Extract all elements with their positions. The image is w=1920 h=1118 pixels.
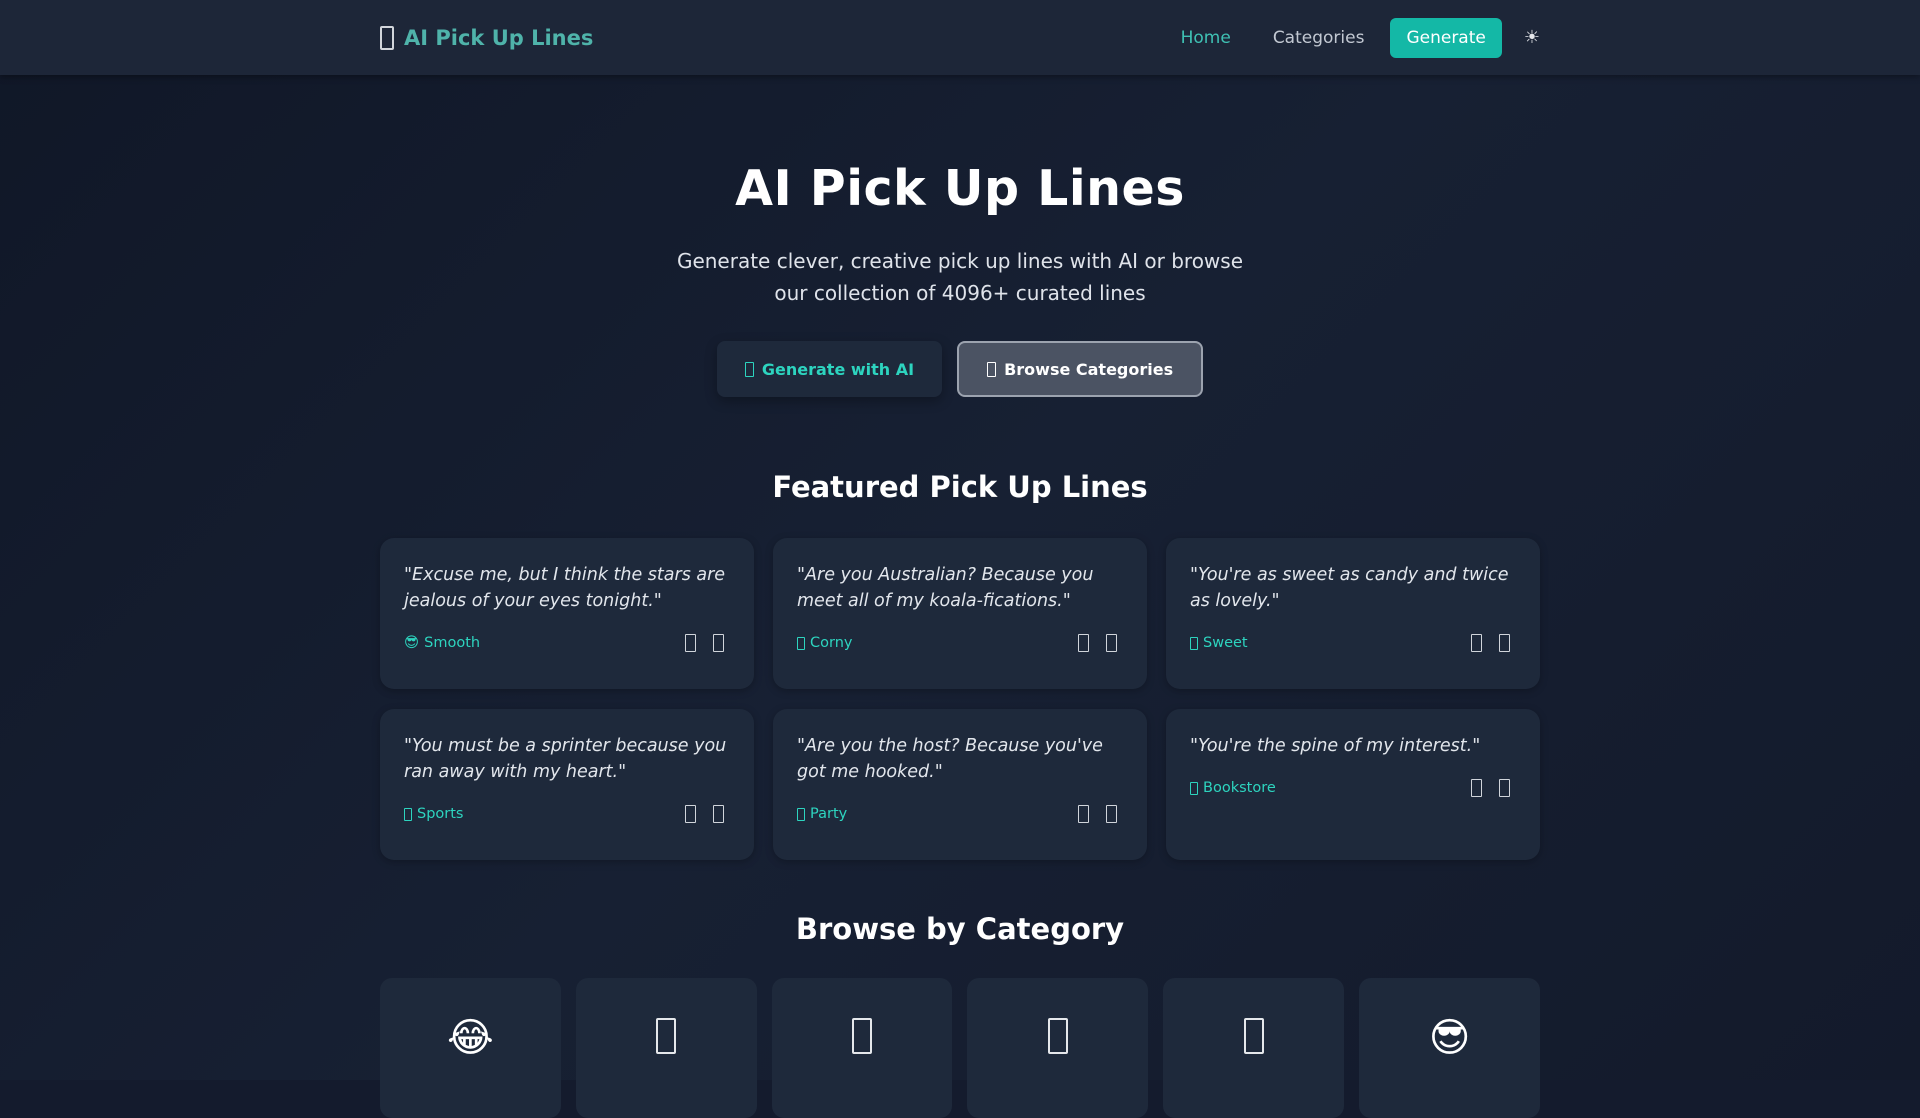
pickup-line-text: "You're as sweet as candy and twice as l… [1190,565,1509,611]
pickup-line-card: "You must be a sprinter because you ran … [380,709,754,860]
card-footer: Sports [404,805,730,823]
card-footer: Bookstore [1190,779,1516,797]
category-card[interactable]: 😂 [380,978,561,1118]
copy-icon[interactable] [1078,805,1089,823]
share-icon[interactable] [1106,805,1117,823]
category-tag-label: Sports [417,806,464,822]
share-icon[interactable] [1499,779,1510,797]
browse-categories-button[interactable]: Browse Categories [957,341,1204,397]
card-actions [685,805,724,823]
category-tag[interactable]: 😎 Smooth [404,635,480,651]
pickup-line-card: "Excuse me, but I think the stars are je… [380,538,754,689]
pickup-line-text: "Are you Australian? Because you meet al… [797,565,1094,611]
category-tag-label: Corny [810,635,853,651]
browse-categories-label: Browse Categories [1004,359,1174,379]
card-footer: Sweet [1190,634,1516,652]
category-tag-label: Smooth [424,635,481,651]
party-icon [797,807,805,821]
share-icon[interactable] [713,634,724,652]
sparkle-icon [744,361,754,377]
category-tag[interactable]: Sweet [1190,635,1248,651]
category-card[interactable] [771,978,953,1118]
category-icon [1243,1018,1264,1054]
share-icon[interactable] [1106,634,1117,652]
categories-section-title: Browse by Category [795,912,1125,946]
copy-icon[interactable] [685,634,696,652]
share-icon[interactable] [713,805,724,823]
pickup-line-text: "You're the spine of my interest." [1190,736,1481,756]
category-tag-label: Bookstore [1203,780,1276,796]
hero-subtitle: Generate clever, creative pick up lines … [676,249,1244,305]
nav-link-home[interactable]: Home [1181,28,1231,48]
category-tag-label: Party [810,806,848,822]
category-card[interactable] [575,978,757,1118]
category-tag[interactable]: Party [797,806,847,822]
category-tag[interactable]: Corny [797,635,852,651]
card-actions [685,634,724,652]
nav-links: Home Categories Generate ☀ [1181,17,1540,58]
bookstore-icon [1190,781,1198,795]
pickup-line-text: "You must be a sprinter because you ran … [404,736,727,782]
corny-icon [797,636,805,650]
sun-icon[interactable]: ☀ [1524,27,1540,48]
pickup-line-text: "Excuse me, but I think the stars are je… [404,565,726,611]
category-card[interactable]: 😎 [1359,978,1540,1118]
laughing-emoji-icon: 😂 [447,1015,494,1061]
pickup-line-card: "You're the spine of my interest." Books… [1166,709,1540,860]
nav-link-categories[interactable]: Categories [1273,28,1365,48]
sunglasses-emoji-icon: 😎 [1428,1015,1471,1061]
card-actions [1471,634,1510,652]
pickup-line-card: "Are you Australian? Because you meet al… [773,538,1147,689]
share-icon[interactable] [1499,634,1510,652]
copy-icon[interactable] [1471,779,1482,797]
category-grid: 😂 😎 [380,978,1540,1118]
hero-section: AI Pick Up Lines Generate clever, creati… [0,160,1920,397]
sports-icon [404,807,412,821]
card-footer: Corny [797,634,1123,652]
card-actions [1471,779,1510,797]
category-icon [656,1018,677,1054]
pickup-line-card: "You're as sweet as candy and twice as l… [1166,538,1540,689]
hero-title: AI Pick Up Lines [735,160,1185,217]
category-tag-label: Sweet [1203,635,1248,651]
hero-actions: Generate with AI Browse Categories [0,341,1920,397]
brand-icon [380,25,394,50]
pickup-line-text: "Are you the host? Because you've got me… [797,736,1103,782]
category-tag[interactable]: Sports [404,806,463,822]
card-footer: Party [797,805,1123,823]
brand-logo[interactable]: AI Pick Up Lines [380,25,594,50]
copy-icon[interactable] [685,805,696,823]
featured-cards-grid: "Excuse me, but I think the stars are je… [380,538,1540,860]
folder-icon [987,361,997,377]
card-actions [1078,805,1117,823]
card-footer: 😎 Smooth [404,634,730,652]
smooth-icon: 😎 [404,635,420,651]
pickup-line-card: "Are you the host? Because you've got me… [773,709,1147,860]
copy-icon[interactable] [1078,634,1089,652]
sweet-icon [1190,636,1198,650]
category-icon [852,1018,873,1054]
navbar: AI Pick Up Lines Home Categories Generat… [0,0,1920,75]
featured-section-title: Featured Pick Up Lines [772,470,1148,504]
brand-text: AI Pick Up Lines [404,25,594,50]
card-actions [1078,634,1117,652]
copy-icon[interactable] [1471,634,1482,652]
category-card[interactable] [1163,978,1345,1118]
generate-with-ai-button[interactable]: Generate with AI [716,341,943,397]
navbar-inner: AI Pick Up Lines Home Categories Generat… [380,0,1540,75]
nav-generate-button[interactable]: Generate [1390,17,1502,58]
category-card[interactable] [967,978,1149,1118]
category-icon [1047,1018,1068,1054]
generate-with-ai-label: Generate with AI [761,359,915,379]
category-tag[interactable]: Bookstore [1190,780,1276,796]
